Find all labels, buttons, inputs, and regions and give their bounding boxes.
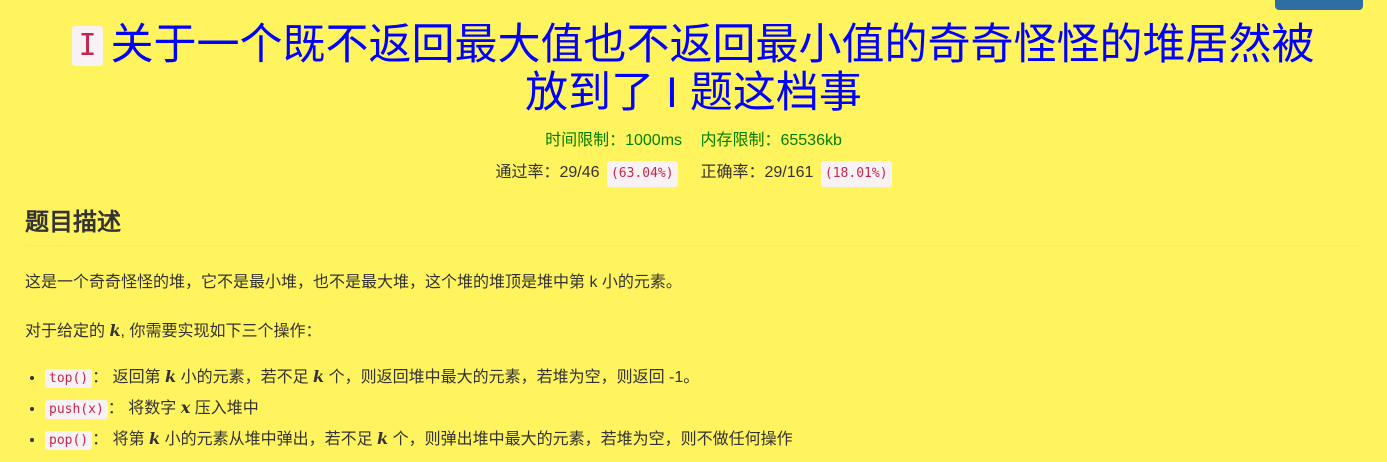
time-limit: 时间限制：1000ms <box>545 132 683 149</box>
var-k: k <box>165 367 177 386</box>
rates-row: 通过率：29/46 (63.04%) 正确率：29/161 (18.01%) <box>0 161 1387 187</box>
var-k: k <box>149 429 161 448</box>
accuracy-percent: (18.01%) <box>820 161 892 187</box>
op-text: 小的元素从堆中弹出，若不足 <box>160 431 378 448</box>
op-text: 个，则返回堆中最大的元素，若堆为空，则返回 -1。 <box>324 369 700 386</box>
description-paragraph-2: 对于给定的 k, 你需要实现如下三个操作： <box>25 320 321 343</box>
description-heading: 题目描述 <box>25 205 1361 246</box>
limits-row: 时间限制：1000ms 内存限制：65536kb <box>0 131 1387 151</box>
op-text: 压入堆中 <box>190 400 259 417</box>
op-text: ： 将第 <box>92 431 150 448</box>
list-item: top()： 返回第 k 小的元素，若不足 k 个，则返回堆中最大的元素，若堆为… <box>45 365 793 391</box>
pass-rate-label: 通过率：29/46 <box>495 164 600 181</box>
op-text: 小的元素，若不足 <box>176 369 314 386</box>
op-text: ： 返回第 <box>92 369 166 386</box>
title-line-1: 关于一个既不返回最大值也不返回最小值的奇奇怪怪的堆居然被 <box>110 21 1315 69</box>
var-x: x <box>180 398 191 417</box>
problem-page: I 关于一个既不返回最大值也不返回最小值的奇奇怪怪的堆居然被 放到了 I 题这档事… <box>0 0 1387 462</box>
pass-rate-percent: (63.04%) <box>606 161 678 187</box>
op-text: ： 将数字 <box>107 400 181 417</box>
accuracy-label: 正确率：29/161 <box>700 164 814 181</box>
list-item: pop()： 将第 k 小的元素从堆中弹出，若不足 k 个，则弹出堆中最大的元素… <box>45 427 793 453</box>
var-k: k <box>377 429 389 448</box>
op-text: 个，则弹出堆中最大的元素，若堆为空，则不做任何操作 <box>388 431 793 448</box>
op-code-push: push(x) <box>45 400 108 419</box>
var-k: k <box>313 367 325 386</box>
list-item: push(x)： 将数字 x 压入堆中 <box>45 396 793 422</box>
description-section: 题目描述 这是一个奇奇怪怪的堆，它不是最小堆，也不是最大堆，这个堆的堆顶是堆中第… <box>25 205 1361 450</box>
top-right-button[interactable] <box>1275 0 1363 10</box>
problem-title: I 关于一个既不返回最大值也不返回最小值的奇奇怪怪的堆居然被 放到了 I 题这档事 <box>0 0 1387 117</box>
memory-limit: 内存限制：65536kb <box>700 132 842 149</box>
op-code-pop: pop() <box>45 431 93 450</box>
problem-id-badge: I <box>72 26 103 66</box>
description-paragraph-1: 这是一个奇奇怪怪的堆，它不是最小堆，也不是最大堆，这个堆的堆顶是堆中第 k 小的… <box>25 274 682 291</box>
para2-suffix: , 你需要实现如下三个操作： <box>120 323 322 340</box>
title-line-2: 放到了 I 题这档事 <box>525 69 862 117</box>
para2-prefix: 对于给定的 <box>25 323 110 340</box>
operations-list: top()： 返回第 k 小的元素，若不足 k 个，则返回堆中最大的元素，若堆为… <box>25 365 793 458</box>
var-k: k <box>109 321 121 340</box>
op-code-top: top() <box>45 369 93 388</box>
